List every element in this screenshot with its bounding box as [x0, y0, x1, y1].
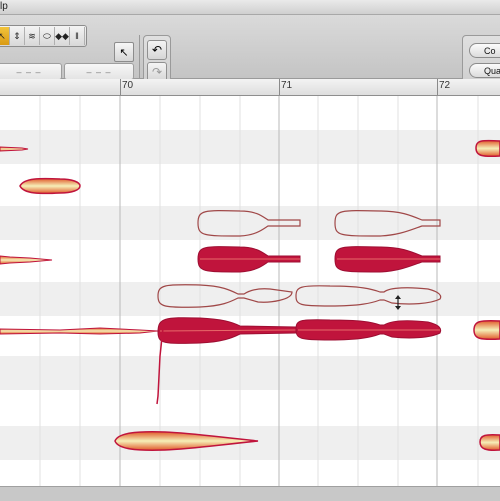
quantize-time-button[interactable]: Qua [469, 63, 500, 78]
correction-group: Co Qua [462, 35, 500, 85]
time-tool-icon[interactable]: ◆◆ [55, 27, 70, 45]
note-blob[interactable] [197, 246, 301, 273]
menu-fragment[interactable]: lp [0, 1, 8, 12]
horizontal-scrollbar[interactable] [0, 486, 500, 501]
note-blob[interactable] [473, 319, 500, 341]
pitch-row-stripe [0, 356, 500, 390]
scroll-tool-icon[interactable]: ↖ [114, 42, 134, 62]
undo-redo-group: ↶ ↷ [143, 35, 171, 85]
toolbar-divider [139, 35, 140, 83]
pitch-tool-icon[interactable]: ⇕ [10, 27, 25, 45]
separation-tool-icon[interactable]: ‖ [70, 27, 85, 45]
note-blob[interactable] [157, 317, 297, 344]
note-blob[interactable] [479, 433, 500, 451]
pitch-row-stripe [0, 426, 500, 460]
left-value-field[interactable]: – – – [0, 63, 62, 80]
pitch-row-stripe [0, 130, 500, 164]
pitch-grid [0, 96, 500, 486]
menu-bar: lp [0, 0, 500, 15]
right-value-field[interactable]: – – – [64, 63, 134, 80]
bar-number-71: 71 [281, 80, 293, 91]
toolbar: ↖ ⇕ ≋ ⬭ ◆◆ ‖ – – – – – – ↖ ↶ ↷ Co Qua [0, 15, 500, 85]
formant-tool-icon[interactable]: ≋ [25, 27, 40, 45]
note-blob[interactable] [0, 327, 159, 335]
note-blob[interactable] [19, 177, 81, 195]
bar-tick [120, 79, 121, 95]
correct-pitch-button[interactable]: Co [469, 43, 500, 58]
timeline-ruler[interactable]: 70 71 72 [0, 79, 500, 96]
note-blob[interactable] [334, 246, 441, 273]
bar-tick [279, 79, 280, 95]
note-blob[interactable] [475, 139, 500, 158]
bar-number-72: 72 [439, 80, 451, 91]
main-tool-icon[interactable]: ↖ [0, 27, 10, 45]
bar-tick [437, 79, 438, 95]
amplitude-tool-icon[interactable]: ⬭ [40, 27, 55, 45]
note-blob[interactable] [295, 319, 442, 341]
bar-number-70: 70 [122, 80, 134, 91]
tool-selector: ↖ ⇕ ≋ ⬭ ◆◆ ‖ [0, 25, 87, 47]
pitch-row-stripe [0, 282, 500, 316]
note-editor[interactable] [0, 96, 500, 486]
undo-icon[interactable]: ↶ [147, 40, 167, 60]
note-blob[interactable] [0, 255, 53, 265]
